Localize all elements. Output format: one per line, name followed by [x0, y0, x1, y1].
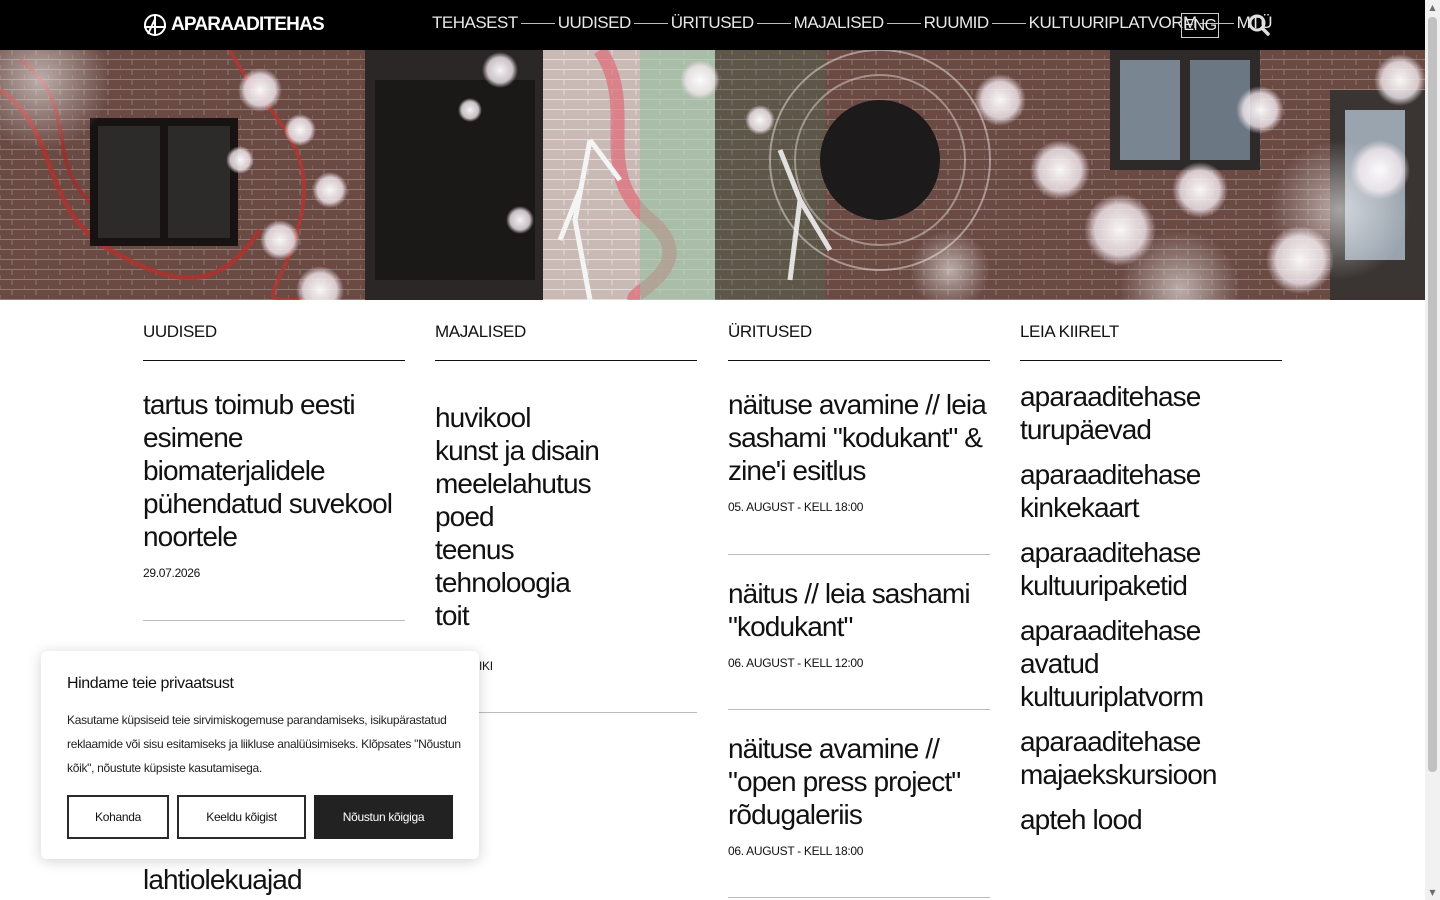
cookie-description: Kasutame küpsiseid teie sirvimiskogemuse…	[67, 713, 461, 775]
events-column: ÜRITUSED näituse avamine // leia sashami…	[728, 300, 990, 900]
quick-link-item[interactable]: aparaaditehase avatud kultuuriplatvorm	[1020, 614, 1282, 713]
opening-hours-link[interactable]: lahtiolekuajad	[143, 863, 303, 896]
events-heading-rule	[728, 360, 990, 361]
cookie-title: Hindame teie privaatsust	[67, 675, 234, 692]
hero-image	[0, 50, 1425, 300]
scrollbar-thumb[interactable]	[1428, 17, 1437, 772]
cookie-customize-button[interactable]: Kohanda	[67, 795, 169, 839]
language-switch-button[interactable]: ENG	[1181, 13, 1219, 38]
tenants-more-link[interactable]: IKI	[479, 659, 493, 673]
news-item-date: 29.07.2026	[143, 566, 201, 580]
site-logo[interactable]: APARAADITEHAS	[143, 11, 325, 39]
nav-item-uudised[interactable]: UUDISED	[558, 13, 632, 33]
news-heading: UUDISED	[143, 322, 217, 341]
quick-links-list: aparaaditehase turupäevad aparaaditehase…	[1020, 380, 1282, 836]
tenant-category-item[interactable]: meelelahutus	[435, 467, 697, 500]
tenant-category-item[interactable]: poed	[435, 500, 697, 533]
event-divider	[728, 709, 990, 710]
logo-text: APARAADITEHAS	[171, 14, 325, 35]
event-date: 06. AUGUST - KELL 18:00	[728, 844, 864, 858]
tenants-heading: MAJALISED	[435, 322, 526, 341]
quick-links-heading-rule	[1020, 360, 1282, 361]
scroll-down-arrow-icon[interactable]: ▼	[1425, 885, 1440, 900]
event-title[interactable]: näituse avamine // leia sashami "kodukan…	[728, 388, 990, 487]
event-title[interactable]: näituse avamine // "open press project" …	[728, 732, 990, 831]
events-heading: ÜRITUSED	[728, 322, 812, 341]
hero-mural-illustration	[0, 50, 1425, 300]
main-nav: TEHASEST UUDISED ÜRITUSED MAJALISED RUUM…	[432, 13, 1273, 33]
nav-item-ruumid[interactable]: RUUMID	[924, 13, 990, 33]
cookie-consent-banner: Hindame teie privaatsust Kasutame küpsis…	[41, 651, 479, 859]
cookie-accept-all-button[interactable]: Nõustun kõigiga	[314, 795, 453, 839]
nav-item-tehasest[interactable]: TEHASEST	[432, 13, 518, 33]
tenant-category-item[interactable]: toit	[435, 599, 697, 632]
news-heading-rule	[143, 360, 405, 361]
nav-separator	[633, 22, 668, 24]
nav-separator	[520, 22, 555, 24]
logo-mark-icon	[144, 14, 166, 36]
quick-links-heading: LEIA KIIRELT	[1020, 322, 1119, 341]
site-header: APARAADITEHAS TEHASEST UUDISED ÜRITUSED …	[0, 0, 1425, 50]
event-divider	[728, 554, 990, 555]
page-scrollbar[interactable]: ▲ ▼	[1425, 0, 1440, 900]
event-date: 06. AUGUST - KELL 12:00	[728, 656, 864, 670]
tenants-heading-rule	[435, 360, 697, 361]
nav-item-kultuuriplatvorm[interactable]: KULTUURIPLATVORM	[1029, 13, 1198, 33]
news-item-title[interactable]: tartus toimub eesti esimene biomaterjali…	[143, 388, 405, 553]
nav-separator	[756, 22, 791, 24]
quick-link-item[interactable]: aparaaditehase kultuuripaketid	[1020, 536, 1282, 602]
quick-link-item[interactable]: aparaaditehase majaekskursioon	[1020, 725, 1282, 791]
tenant-category-item[interactable]: tehnoloogia	[435, 566, 697, 599]
scroll-up-arrow-icon[interactable]: ▲	[1425, 0, 1440, 15]
tenant-category-item[interactable]: huvikool	[435, 401, 697, 434]
search-icon[interactable]	[1248, 14, 1270, 36]
nav-item-majalised[interactable]: MAJALISED	[794, 13, 884, 33]
tenant-category-item[interactable]: teenus	[435, 533, 697, 566]
quick-link-item[interactable]: apteh lood	[1020, 803, 1282, 836]
event-divider	[728, 897, 990, 898]
news-divider	[143, 620, 405, 621]
quick-links-column: LEIA KIIRELT aparaaditehase turupäevad a…	[1020, 300, 1282, 835]
tenant-category-list: huvikool kunst ja disain meelelahutus po…	[435, 401, 697, 632]
nav-item-uritused[interactable]: ÜRITUSED	[671, 13, 754, 33]
nav-separator	[886, 22, 921, 24]
quick-link-item[interactable]: aparaaditehase kinkekaart	[1020, 458, 1282, 524]
cookie-reject-all-button[interactable]: Keeldu kõigist	[177, 795, 306, 839]
nav-separator	[991, 22, 1026, 24]
quick-link-item[interactable]: aparaaditehase turupäevad	[1020, 380, 1282, 446]
tenant-category-item[interactable]: kunst ja disain	[435, 434, 697, 467]
event-date: 05. AUGUST - KELL 18:00	[728, 500, 864, 514]
event-title[interactable]: näitus // leia sashami "kodukant"	[728, 577, 990, 643]
